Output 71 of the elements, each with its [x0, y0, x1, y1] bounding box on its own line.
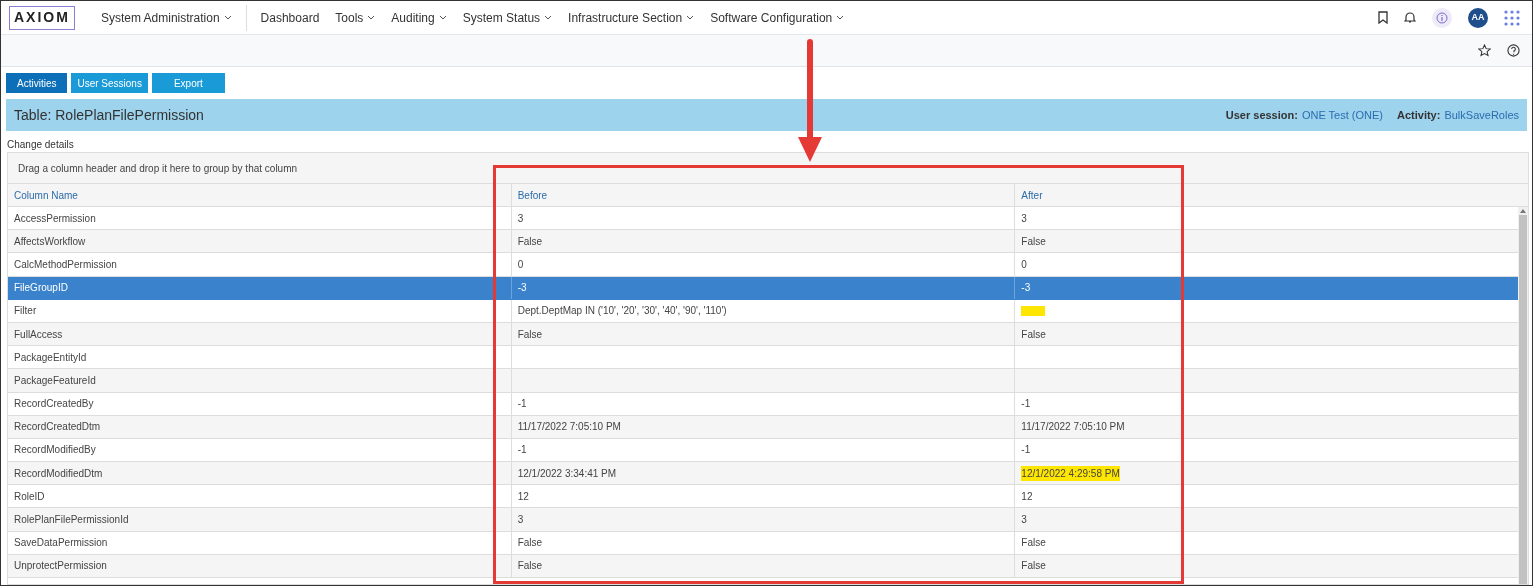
table-cell-text: False — [1021, 327, 1046, 342]
table-cell-text: 3 — [517, 211, 524, 226]
session-label: User session: — [1225, 107, 1298, 123]
table-cell-text: RecordModifiedDtm — [14, 466, 103, 481]
table-cell-text: 3 — [517, 513, 524, 528]
table-cell-text: CalcMethodPermission — [14, 257, 117, 272]
nav-menu-item[interactable]: System Status — [454, 8, 561, 27]
table-cell-text: 0 — [517, 257, 524, 272]
table-cell-text: PackageEntityId — [14, 350, 87, 365]
activity-label: Activity: — [1397, 107, 1441, 123]
table-cell-text: False — [517, 234, 543, 249]
table-cell-text: Filter — [14, 304, 37, 319]
table-cell-text: RoleID — [14, 489, 45, 504]
table-cell-text: RecordModifiedBy — [14, 443, 96, 458]
table-title: Table: RolePlanFilePermission — [14, 105, 204, 125]
nav-menu-item[interactable]: Tools — [327, 8, 384, 27]
scrollbar[interactable] — [1518, 207, 1528, 584]
table-cell-text: PackageFeatureId — [14, 373, 96, 388]
table-cell-text: -1 — [1021, 443, 1031, 458]
logo[interactable]: AXIOM — [9, 5, 75, 30]
tab-button[interactable]: Activities — [6, 73, 68, 93]
bell-icon[interactable] — [1404, 11, 1416, 24]
star-icon[interactable] — [1478, 44, 1491, 57]
column-header[interactable]: Before — [510, 184, 1015, 206]
app-grid-icon[interactable] — [1504, 9, 1520, 26]
table-cell-text: Dept.DeptMap IN ('10', '20', '30', '40', '90', '110') — [517, 304, 727, 319]
session-link[interactable]: ONE Test (ONE) — [1301, 106, 1383, 124]
table-cell-text: RecordCreatedBy — [14, 397, 94, 412]
nav-menu-item[interactable]: Software Configuration — [702, 8, 853, 27]
table-cell-text: -1 — [517, 397, 527, 412]
table-cell-text: UnprotectPermission — [14, 559, 107, 574]
nav-menu-item[interactable]: System Administration — [92, 8, 240, 27]
table-cell-text: SaveDataPermission — [14, 536, 108, 551]
table-cell-text: -3 — [517, 281, 527, 296]
table-cell-text: 3 — [1021, 211, 1027, 226]
scroll-up-icon[interactable] — [1520, 209, 1526, 213]
table-cell-text: False — [1021, 536, 1046, 551]
table-cell-text: -1 — [517, 443, 527, 458]
table-cell-text: RecordCreatedDtm — [14, 420, 101, 435]
section-label: Change details — [6, 138, 75, 150]
column-header[interactable]: Column Name — [8, 184, 511, 206]
table-cell-text: 12 — [517, 489, 529, 504]
table-cell-text: 3 — [1021, 513, 1027, 528]
table-cell: 12/1/2022 4:29:58 PM — [1021, 465, 1120, 481]
table-cell-text: 11/17/2022 7:05:10 PM — [1021, 420, 1125, 435]
bookmark-icon[interactable] — [1378, 11, 1388, 24]
info-button[interactable] — [1432, 7, 1452, 28]
table-cell-text: 11/17/2022 7:05:10 PM — [517, 420, 621, 435]
column-header[interactable]: After — [1014, 184, 1518, 206]
table-cell-text: RolePlanFilePermissionId — [14, 513, 129, 528]
table-cell-text: AffectsWorkflow — [14, 234, 86, 249]
table-cell-text: False — [517, 327, 543, 342]
user-avatar[interactable]: AA — [1468, 7, 1488, 28]
table-cell-text: 12/1/2022 3:34:41 PM — [517, 466, 617, 481]
table-cell-text: AccessPermission — [14, 211, 96, 226]
table-cell-text: False — [517, 536, 543, 551]
help-icon[interactable] — [1507, 44, 1520, 57]
table-cell-text: False — [1021, 559, 1046, 574]
group-hint: Drag a column header and drop it here to group by that column — [18, 161, 298, 176]
info-icon — [1436, 11, 1448, 24]
table-cell-text: -1 — [1021, 397, 1031, 412]
table-cell-text: FullAccess — [14, 327, 63, 342]
table-cell-text: 12 — [1021, 489, 1033, 504]
table-cell-text: -3 — [1021, 281, 1031, 296]
table-cell-text: False — [517, 559, 543, 574]
nav-menu-item[interactable]: Infrastructure Section — [560, 8, 703, 27]
nav-menu-item[interactable]: Auditing — [383, 8, 455, 27]
table-cell-text: FileGroupID — [14, 281, 68, 296]
table-cell-text: 0 — [1021, 257, 1027, 272]
table-cell-text: False — [1021, 234, 1046, 249]
nav-menu-item[interactable]: Dashboard — [252, 8, 328, 27]
